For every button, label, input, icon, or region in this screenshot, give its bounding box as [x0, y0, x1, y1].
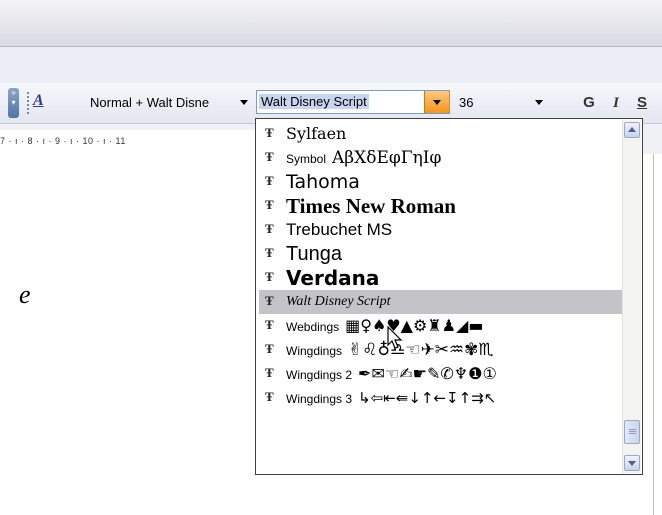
style-value: Normal + Walt Disne: [90, 95, 210, 110]
font-item-trebuchet-ms[interactable]: Ŧ Trebuchet MS: [259, 218, 624, 242]
bold-button[interactable]: G: [577, 92, 601, 114]
font-item-verdana[interactable]: Ŧ Verdana: [259, 266, 624, 290]
chevron-down-icon[interactable]: [240, 100, 248, 105]
truetype-icon: Ŧ: [265, 365, 274, 380]
font-item-tunga[interactable]: Ŧ Tunga: [259, 242, 624, 266]
font-sample: ✒✉☜✍☛✎✆♆❶①: [358, 364, 497, 383]
font-item-tahoma[interactable]: Ŧ Tahoma: [259, 170, 624, 194]
toolbar-grip-handle[interactable]: [27, 92, 29, 114]
truetype-icon: Ŧ: [265, 317, 274, 332]
font-item-label: Wingdings 3 ↳⇦⇤⇚↓↑←↧↑⇉↖: [286, 389, 497, 407]
scroll-up-arrow-icon[interactable]: [624, 122, 640, 138]
font-dropdown-button[interactable]: [424, 91, 449, 113]
window-title-bar: [0, 0, 662, 47]
chevron-down-icon[interactable]: [535, 100, 543, 105]
truetype-icon: Ŧ: [265, 149, 274, 164]
document-edge: [653, 154, 654, 515]
font-sample: ✌♌♁♎☜✈✂♒✾♏: [348, 340, 494, 360]
font-item-label: Verdana: [286, 266, 380, 290]
font-item-label: Times New Roman: [286, 194, 456, 218]
scrollbar-thumb[interactable]: [624, 420, 640, 444]
font-item-label: Walt Disney Script: [286, 294, 391, 309]
font-sample: ▦♀♠♥▲⚙♜♟◢▬: [345, 316, 484, 335]
truetype-icon: Ŧ: [265, 221, 274, 236]
font-item-walt-disney-script[interactable]: Ŧ Walt Disney Script: [259, 290, 624, 314]
ruler-ticks: 7 · ı · 8 · ı · 9 · ı · 10 · ı · 11: [0, 136, 126, 146]
underline-button[interactable]: S: [630, 92, 654, 114]
font-sample: ↳⇦⇤⇚↓↑←↧↑⇉↖: [358, 389, 497, 407]
font-item-symbol[interactable]: Ŧ Symbol ΑβΧδΕφΓηΙφ: [259, 146, 624, 170]
font-item-times-new-roman[interactable]: Ŧ Times New Roman: [259, 194, 624, 218]
font-item-sylfaen[interactable]: Ŧ Sylfaen: [259, 122, 624, 146]
font-size-combo[interactable]: 36: [455, 92, 551, 114]
mouse-pointer-icon: [387, 326, 403, 349]
font-item-label: Tahoma: [286, 171, 360, 193]
font-item-label: Webdings ▦♀♠♥▲⚙♜♟◢▬: [286, 316, 484, 335]
truetype-icon: Ŧ: [265, 269, 274, 284]
truetype-icon: Ŧ: [265, 341, 274, 356]
font-combo[interactable]: Walt Disney Script: [256, 90, 450, 114]
scroll-down-arrow-icon[interactable]: [624, 455, 640, 471]
font-item-wingdings-3[interactable]: Ŧ Wingdings 3 ↳⇦⇤⇚↓↑←↧↑⇉↖: [259, 386, 624, 410]
style-combo[interactable]: Normal + Walt Disne: [58, 92, 252, 114]
font-item-label: Symbol ΑβΧδΕφΓηΙφ: [286, 148, 442, 168]
font-item-label: Wingdings 2 ✒✉☜✍☛✎✆♆❶①: [286, 364, 497, 383]
font-item-wingdings-2[interactable]: Ŧ Wingdings 2 ✒✉☜✍☛✎✆♆❶①: [259, 362, 624, 386]
font-item-webdings[interactable]: Ŧ Webdings ▦♀♠♥▲⚙♜♟◢▬: [259, 314, 624, 338]
font-value[interactable]: Walt Disney Script: [259, 94, 369, 109]
truetype-icon: Ŧ: [265, 293, 274, 308]
truetype-icon: Ŧ: [265, 125, 274, 140]
styles-and-formatting-icon[interactable]: A: [33, 92, 55, 114]
vertical-scrollbar[interactable]: [622, 120, 641, 473]
font-dropdown-list[interactable]: Ŧ Sylfaen Ŧ Symbol ΑβΧδΕφΓηΙφ Ŧ Tahoma Ŧ …: [255, 118, 643, 475]
font-item-label: Tunga: [286, 243, 342, 265]
menu-bar: [0, 47, 662, 83]
font-sample: ΑβΧδΕφΓηΙφ: [332, 148, 442, 168]
toolbar-options-icon[interactable]: » ▾: [8, 88, 19, 118]
truetype-icon: Ŧ: [265, 389, 274, 404]
font-size-value: 36: [459, 95, 474, 110]
document-text[interactable]: e: [19, 280, 31, 310]
font-item-label: Trebuchet MS: [286, 220, 393, 239]
truetype-icon: Ŧ: [265, 245, 274, 260]
font-item-wingdings[interactable]: Ŧ Wingdings ✌♌♁♎☜✈✂♒✾♏: [259, 338, 624, 362]
truetype-icon: Ŧ: [265, 173, 274, 188]
italic-button[interactable]: I: [604, 92, 628, 114]
font-item-label: Sylfaen: [286, 124, 347, 143]
truetype-icon: Ŧ: [265, 197, 274, 212]
horizontal-ruler[interactable]: 7 · ı · 8 · ı · 9 · ı · 10 · ı · 11: [0, 130, 256, 154]
